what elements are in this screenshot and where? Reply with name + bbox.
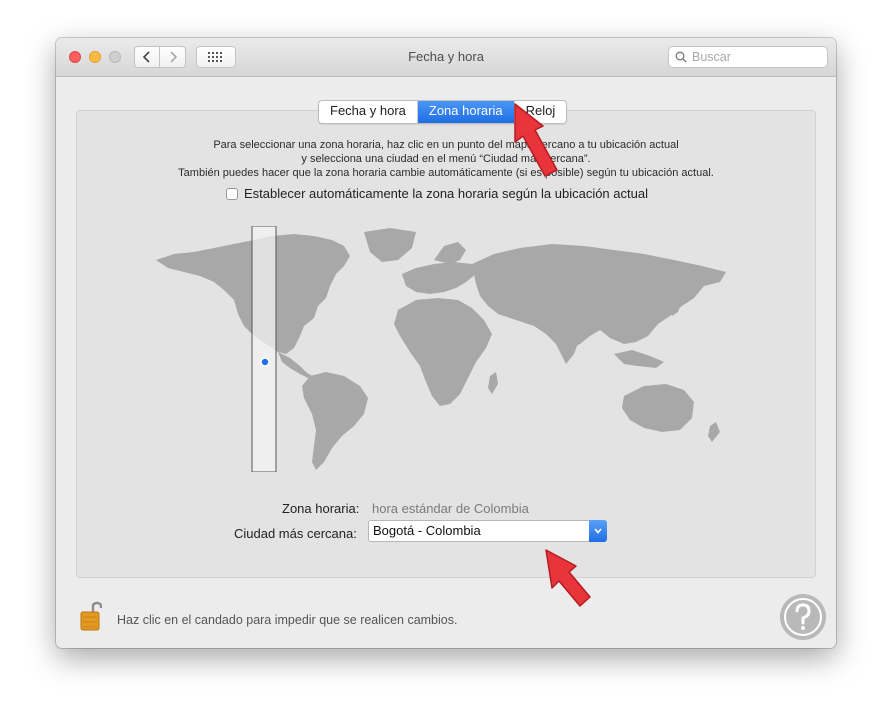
- tab-clock[interactable]: Reloj: [515, 101, 567, 123]
- search-placeholder: Buscar: [692, 50, 731, 64]
- auto-timezone-checkbox[interactable]: [226, 187, 238, 200]
- timezone-label: Zona horaria:: [282, 501, 360, 516]
- instructions-text: Para seleccionar una zona horaria, haz c…: [76, 138, 816, 180]
- closest-city-label: Ciudad más cercana:: [234, 526, 357, 541]
- world-map[interactable]: [154, 226, 734, 472]
- timezone-value: hora estándar de Colombia: [372, 501, 529, 516]
- date-time-window: Fecha y hora Buscar Fecha y hora Zona ho…: [56, 38, 836, 648]
- tab-date-time[interactable]: Fecha y hora: [319, 101, 418, 123]
- tab-time-zone[interactable]: Zona horaria: [417, 101, 515, 123]
- continents: [156, 228, 726, 470]
- instructions-line-1: Para seleccionar una zona horaria, haz c…: [213, 139, 679, 151]
- auto-timezone-option[interactable]: Establecer automáticamente la zona horar…: [226, 186, 648, 201]
- lock-message: Haz clic en el candado para impedir que …: [117, 613, 458, 627]
- selected-timezone-band: [251, 226, 277, 472]
- auto-timezone-label: Establecer automáticamente la zona horar…: [244, 186, 648, 201]
- tab-bar: Fecha y hora Zona horaria Reloj: [318, 100, 568, 124]
- search-icon: [675, 51, 687, 63]
- closest-city-select[interactable]: Bogotá - Colombia: [368, 520, 607, 542]
- location-pin-icon[interactable]: [260, 357, 270, 367]
- search-field[interactable]: Buscar: [668, 46, 828, 68]
- instructions-line-2: y selecciona una ciudad en el menú “Ciud…: [301, 153, 591, 165]
- chevron-down-icon[interactable]: [589, 520, 607, 542]
- lock-icon[interactable]: [80, 598, 102, 632]
- instructions-line-3: También puedes hacer que la zona horaria…: [178, 167, 714, 179]
- watermark-logo: [780, 594, 826, 640]
- titlebar: Fecha y hora Buscar: [56, 38, 836, 77]
- closest-city-value: Bogotá - Colombia: [373, 523, 481, 538]
